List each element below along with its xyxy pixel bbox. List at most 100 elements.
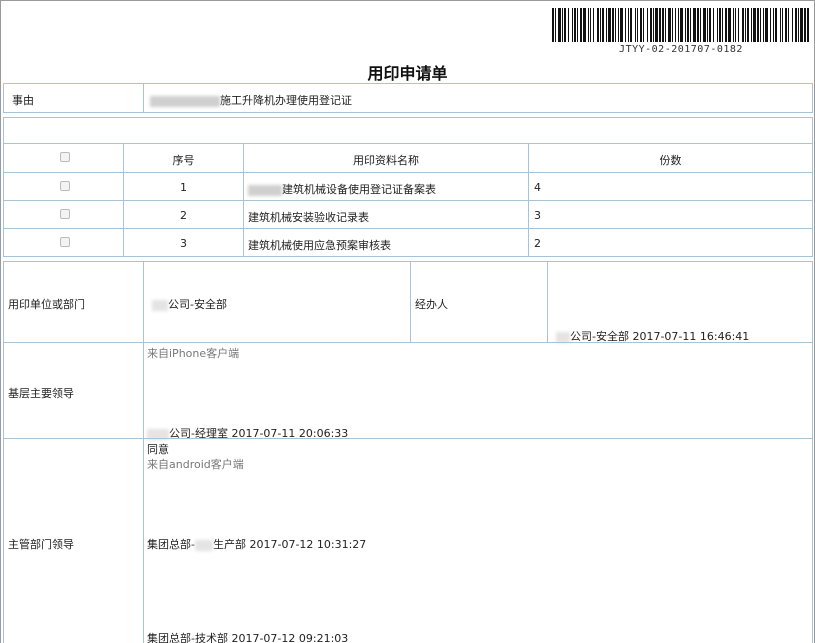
barcode-bar — [608, 8, 611, 42]
barcode-bar — [800, 8, 803, 42]
barcode-bar — [615, 8, 616, 42]
barcode-bar — [703, 8, 706, 42]
barcode-bar — [719, 8, 721, 42]
header-seq: 序号 — [172, 154, 195, 167]
row-checkbox[interactable] — [60, 209, 70, 219]
row-count: 2 — [534, 237, 541, 250]
barcode-bar — [635, 8, 636, 42]
barcode-bar — [697, 8, 699, 42]
barcode-bar — [637, 8, 638, 42]
redacted-text — [248, 184, 282, 196]
row-name: 建筑机械安装验收记录表 — [248, 211, 369, 224]
reason-value: 施工升降机办理使用登记证 — [220, 94, 352, 107]
barcode-bar — [568, 8, 569, 42]
row-count: 4 — [534, 181, 541, 194]
barcode-bar — [593, 8, 594, 42]
dept-value-line: 公司-安全部 — [152, 296, 227, 312]
grassroots-label-cell: 基层主要领导 — [3, 342, 144, 439]
supervisor-sign1-prefix: 集团总部- — [147, 538, 195, 551]
barcode-bar — [655, 8, 658, 42]
row-name: 建筑机械设备使用登记证备案表 — [282, 183, 436, 196]
barcode-bar — [659, 8, 661, 42]
row-checkbox[interactable] — [60, 237, 70, 247]
reason-value-cell: 施工升降机办理使用登记证 — [143, 83, 813, 113]
barcode-bar — [643, 8, 644, 42]
supervisor-label-cell: 主管部门领导 — [3, 438, 144, 643]
barcode-bar — [725, 8, 727, 42]
barcode-bar — [628, 8, 629, 42]
barcode-text: JTYY-02-201707-0182 — [619, 44, 743, 55]
barcode-bar — [668, 8, 671, 42]
barcode-bar — [775, 8, 777, 42]
supervisor-opinion: 同意 — [147, 443, 169, 456]
supervisor-sign1-suffix: 生产部 2017-07-12 10:31:27 — [212, 538, 367, 551]
row-checkbox[interactable] — [60, 181, 70, 191]
supervisor-value-cell: 同意 来自android客户端 集团总部- 生产部 2017-07-12 10:3… — [143, 438, 813, 643]
header-count: 份数 — [659, 154, 682, 167]
table-row-checkbox-cell — [3, 228, 124, 257]
table-row-seq-cell: 3 — [123, 228, 244, 257]
barcode-bar — [606, 8, 607, 42]
table-row-name-cell: 建筑机械使用应急预案审核表 — [243, 228, 529, 257]
barcode-bar — [572, 8, 573, 42]
supervisor-label: 主管部门领导 — [8, 538, 74, 551]
header-seq-cell: 序号 — [123, 143, 244, 173]
barcode-bar — [602, 8, 604, 42]
barcode-bar — [782, 8, 783, 42]
redacted-text — [152, 299, 168, 311]
header-count-cell: 份数 — [528, 143, 813, 173]
supervisor-source: 来自android客户端 — [147, 458, 244, 471]
barcode-bar — [625, 8, 626, 42]
barcode-bar — [707, 8, 708, 42]
barcode-bar — [555, 8, 556, 42]
grassroots-value-cell: 来自iPhone客户端 公司-经理室 2017-07-11 20:06:33 — [143, 342, 813, 440]
table-row-checkbox-cell — [3, 200, 124, 229]
handler-label: 经办人 — [415, 298, 448, 311]
table-row-name-cell: 建筑机械设备使用登记证备案表 — [243, 172, 529, 201]
barcode-bar — [713, 8, 714, 42]
redacted-text — [150, 95, 220, 107]
barcode-bar — [630, 8, 632, 42]
page-title: 用印申请单 — [367, 64, 448, 83]
supervisor-sign2: 集团总部-技术部 2017-07-12 09:21:03 — [147, 632, 349, 643]
barcode-bar — [600, 8, 601, 42]
barcode-bar — [757, 8, 759, 42]
barcode: JTYY-02-201707-0182 — [552, 8, 810, 56]
barcode-bar — [753, 8, 756, 42]
barcode-bar — [795, 8, 797, 42]
row-name-line: 建筑机械设备使用登记证备案表 — [248, 181, 436, 197]
row-seq: 2 — [180, 209, 187, 222]
barcode-bar — [558, 8, 561, 42]
barcode-bar — [738, 8, 739, 42]
barcode-bar — [588, 8, 589, 42]
dept-value: 公司-安全部 — [168, 298, 227, 311]
supervisor-sign1-line: 集团总部- 生产部 2017-07-12 10:31:27 — [147, 536, 366, 552]
barcode-bar — [735, 8, 736, 42]
barcode-bar — [765, 8, 768, 42]
row-seq: 3 — [180, 237, 187, 250]
redacted-text — [194, 539, 213, 551]
select-all-checkbox[interactable] — [60, 152, 70, 162]
barcode-bar — [680, 8, 683, 42]
dept-value-cell: 公司-安全部 — [143, 261, 411, 343]
reason-label: 事由 — [12, 94, 34, 107]
barcode-bar — [672, 8, 673, 42]
barcode-bar — [722, 8, 723, 42]
handler-value-cell: 公司-安全部 2017-07-11 16:46:41 — [547, 261, 813, 343]
barcode-bar — [700, 8, 701, 42]
barcode-bar — [742, 8, 744, 42]
barcode-bar — [685, 8, 686, 42]
row-name: 建筑机械使用应急预案审核表 — [248, 239, 391, 252]
reason-value-line: 施工升降机办理使用登记证 — [150, 92, 352, 108]
barcode-bar — [785, 8, 787, 42]
barcode-bar — [552, 8, 554, 42]
blank-row — [3, 117, 813, 144]
dept-label-cell: 用印单位或部门 — [3, 261, 144, 343]
row-seq: 1 — [180, 181, 187, 194]
barcode-bar — [653, 8, 654, 42]
barcode-bar — [763, 8, 764, 42]
barcode-bar — [693, 8, 696, 42]
barcode-bar — [612, 8, 614, 42]
table-row-count-cell: 2 — [528, 228, 813, 257]
barcode-bar — [733, 8, 734, 42]
